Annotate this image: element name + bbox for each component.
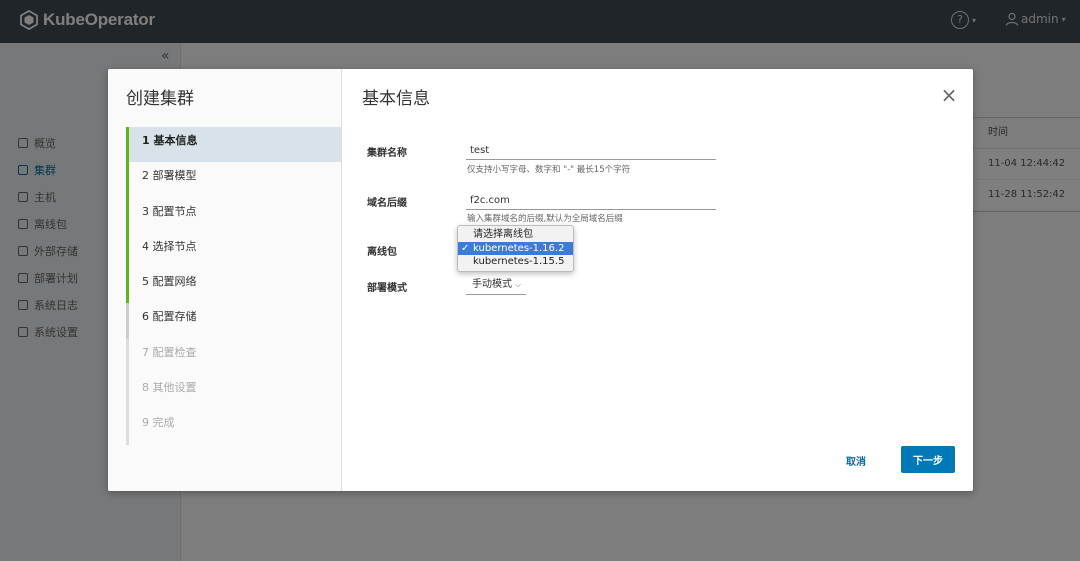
step-config-storage[interactable]: 6 配置存储 xyxy=(126,303,341,339)
package-option[interactable]: 请选择离线包 xyxy=(458,228,573,242)
checkmark-icon: ✓ xyxy=(461,242,470,254)
step-select-nodes[interactable]: 4 选择节点 xyxy=(126,232,341,269)
domain-suffix-hint: 输入集群域名的后缀,默认为全局域名后缀 xyxy=(467,214,623,224)
deploy-mode-value: 手动模式 xyxy=(472,279,512,290)
step-config-check: 7 配置检查 xyxy=(126,338,341,375)
package-dropdown: 请选择离线包 ✓ kubernetes-1.16.2 kubernetes-1.1… xyxy=(457,225,574,272)
cancel-button[interactable]: 取消 xyxy=(846,453,866,468)
cluster-name-input[interactable] xyxy=(466,142,716,160)
domain-suffix-label: 域名后缀 xyxy=(367,198,407,209)
step-other-settings: 8 其他设置 xyxy=(126,374,341,410)
cluster-name-hint: 仅支持小写字母、数字和 "-" 最长15个字符 xyxy=(467,165,631,175)
step-config-nodes[interactable]: 3 配置节点 xyxy=(126,197,341,233)
package-option-selected[interactable]: ✓ kubernetes-1.16.2 xyxy=(458,241,573,256)
step-deploy-model[interactable]: 2 部署模型 xyxy=(126,162,341,198)
deploy-mode-select[interactable]: 手动模式 ⌵ xyxy=(466,277,526,295)
step-finish: 9 完成 xyxy=(126,409,341,445)
chevron-down-icon: ⌵ xyxy=(515,280,522,289)
cluster-name-label: 集群名称 xyxy=(367,148,407,159)
package-option-label: kubernetes-1.16.2 xyxy=(473,242,565,254)
wizard-title: 创建集群 xyxy=(126,89,194,109)
wizard-page: 基本信息 × 集群名称 仅支持小写字母、数字和 "-" 最长15个字符 域名后缀… xyxy=(342,69,973,491)
step-basic-info[interactable]: 1 基本信息 xyxy=(126,127,341,163)
deploy-mode-label: 部署模式 xyxy=(367,283,407,294)
wizard-steps: 1 基本信息 2 部署模型 3 配置节点 4 选择节点 5 配置网络 6 配置存… xyxy=(126,127,341,445)
create-cluster-wizard: 创建集群 1 基本信息 2 部署模型 3 配置节点 4 选择节点 5 配置网络 … xyxy=(108,69,973,491)
step-config-network[interactable]: 5 配置网络 xyxy=(126,268,341,304)
next-button[interactable]: 下一步 xyxy=(901,446,955,473)
page-title: 基本信息 xyxy=(362,89,430,109)
package-option[interactable]: kubernetes-1.15.5 xyxy=(458,255,573,269)
domain-suffix-input[interactable] xyxy=(466,192,716,210)
close-icon[interactable]: × xyxy=(939,85,959,105)
wizard-step-nav: 创建集群 1 基本信息 2 部署模型 3 配置节点 4 选择节点 5 配置网络 … xyxy=(108,69,342,491)
package-label: 离线包 xyxy=(367,247,397,258)
